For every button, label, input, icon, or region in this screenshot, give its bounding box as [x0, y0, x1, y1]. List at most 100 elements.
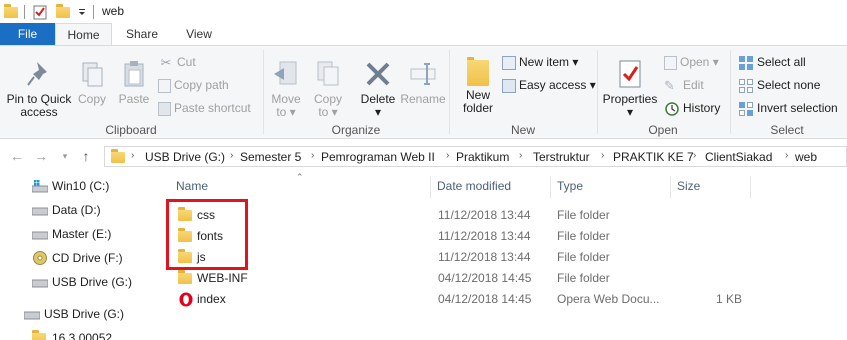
new-group-label: New [510, 123, 535, 137]
select-none-button[interactable]: Select none [738, 75, 820, 95]
back-arrow-icon[interactable]: ← [8, 147, 26, 165]
chevron-right-icon[interactable]: › [230, 150, 233, 161]
new-item-label: New item [519, 55, 570, 69]
file-type: File folder [557, 229, 610, 243]
rename-button[interactable]: Rename [400, 58, 446, 106]
address-bar[interactable]: › USB Drive (G:) › Semester 5 › Pemrogra… [104, 146, 847, 167]
tab-file[interactable]: File [0, 23, 55, 46]
select-all-button[interactable]: Select all [738, 52, 806, 72]
new-item-button[interactable]: New item ▾ [502, 52, 578, 72]
easy-access-button[interactable]: Easy access ▾ [502, 75, 596, 95]
move-to-icon [274, 61, 297, 85]
file-row[interactable]: index 04/12/2018 14:45 Opera Web Docu...… [168, 289, 768, 310]
paste-button[interactable]: Paste [116, 58, 152, 106]
forward-arrow-icon[interactable]: → [32, 147, 50, 165]
breadcrumb-item[interactable]: ClientSiakad [705, 150, 772, 164]
tab-view[interactable]: View [176, 23, 222, 46]
tab-share[interactable]: Share [116, 23, 168, 46]
ribbon-tabs: File Home Share View [0, 23, 847, 46]
new-folder-button[interactable]: New folder [458, 57, 498, 115]
chevron-right-icon[interactable]: › [311, 150, 314, 161]
paste-shortcut-icon [158, 101, 171, 116]
history-button[interactable]: History [664, 98, 720, 118]
sidebar-item-label: Win10 (C:) [52, 179, 110, 193]
pin-to-quick-access-button[interactable]: Pin to Quick access [4, 58, 74, 119]
open-label: Open [680, 55, 710, 69]
copy-label: Copy [77, 92, 106, 106]
select-none-label: Select none [757, 78, 821, 92]
breadcrumb-item[interactable]: Praktikum [456, 150, 509, 164]
breadcrumb-item[interactable]: USB Drive (G:) [145, 150, 225, 164]
select-all-label: Select all [757, 55, 806, 69]
divider [24, 5, 25, 19]
folder-icon [111, 149, 125, 163]
file-row[interactable]: css 11/12/2018 13:44 File folder [168, 205, 768, 226]
tab-home[interactable]: Home [55, 23, 112, 46]
file-row[interactable]: WEB-INF 04/12/2018 14:45 File folder [168, 268, 768, 289]
recent-locations-icon[interactable]: ▾ [56, 147, 74, 165]
breadcrumb-item[interactable]: Semester 5 [240, 150, 301, 164]
open-button[interactable]: Open ▾ [664, 52, 719, 72]
cut-button[interactable]: ✂ Cut [158, 52, 196, 72]
breadcrumb-item[interactable]: Terstruktur [533, 150, 590, 164]
sort-up-icon: ⌃ [296, 172, 304, 182]
properties-button[interactable]: Properties ▾ [602, 58, 658, 119]
usb-drive-icon [32, 279, 48, 288]
column-divider[interactable] [670, 176, 671, 198]
customize-toolbar-icon[interactable] [74, 4, 90, 20]
file-name: index [197, 292, 226, 306]
chevron-right-icon[interactable]: › [131, 150, 134, 161]
paste-shortcut-button[interactable]: Paste shortcut [158, 98, 251, 118]
paste-icon [124, 61, 144, 87]
copy-button[interactable]: Copy [74, 58, 110, 106]
cd-drive-icon [33, 251, 47, 265]
file-date: 11/12/2018 13:44 [438, 229, 531, 243]
windows-drive-icon [32, 180, 48, 193]
invert-selection-label: Invert selection [757, 101, 838, 115]
new-folder-quick-access-icon[interactable] [56, 4, 70, 18]
breadcrumb-item[interactable]: Pemrograman Web II [321, 150, 435, 164]
chevron-right-icon[interactable]: › [601, 150, 604, 161]
column-divider[interactable] [750, 176, 751, 198]
up-arrow-icon[interactable]: ↑ [77, 147, 95, 165]
move-label-line2: to ▾ [276, 105, 296, 119]
copy-to-icon [317, 61, 339, 86]
chevron-right-icon[interactable]: › [693, 150, 696, 161]
scissors-icon: ✂ [160, 54, 172, 70]
file-type: Opera Web Docu... [557, 292, 660, 306]
chevron-right-icon[interactable]: › [446, 150, 449, 161]
invert-selection-button[interactable]: Invert selection [738, 98, 838, 118]
properties-quick-access-icon[interactable] [32, 4, 48, 20]
copy-path-label: Copy path [174, 78, 229, 92]
copy-path-button[interactable]: Copy path [158, 75, 229, 95]
new-item-icon [502, 55, 516, 70]
copy-to-button[interactable]: Copy to ▾ [310, 58, 346, 119]
column-divider[interactable] [550, 176, 551, 198]
copy-to-label-line2: to ▾ [318, 105, 338, 119]
select-all-icon [739, 55, 753, 70]
easy-access-icon [502, 78, 516, 93]
file-list: ⌃ Name Date modified Type Size css 11/12… [154, 172, 847, 340]
file-row[interactable]: js 11/12/2018 13:44 File folder [168, 247, 768, 268]
window-title: web [102, 4, 125, 18]
column-divider[interactable] [430, 176, 431, 198]
move-to-button[interactable]: Move to ▾ [268, 58, 304, 119]
chevron-right-icon[interactable]: › [519, 150, 522, 161]
column-header-name[interactable]: Name [176, 179, 208, 193]
sidebar-item-label: Master (E:) [52, 227, 112, 241]
breadcrumb-item[interactable]: web [795, 150, 817, 164]
sidebar-item-label: USB Drive (G:) [52, 275, 133, 289]
breadcrumb-item[interactable]: PRAKTIK KE 7 [613, 150, 694, 164]
column-header-size[interactable]: Size [677, 179, 700, 193]
file-row[interactable]: fonts 11/12/2018 13:44 File folder [168, 226, 768, 247]
easy-access-label: Easy access [519, 78, 587, 92]
clipboard-group-label: Clipboard [105, 123, 157, 137]
chevron-right-icon[interactable]: › [785, 150, 788, 161]
delete-button[interactable]: Delete ▾ [358, 58, 398, 119]
sidebar-item-label: USB Drive (G:) [44, 307, 125, 321]
select-none-icon [739, 78, 753, 93]
edit-button[interactable]: ✎ Edit [664, 75, 704, 95]
file-type: File folder [557, 271, 610, 285]
column-header-date[interactable]: Date modified [437, 179, 511, 193]
column-header-type[interactable]: Type [557, 179, 583, 193]
